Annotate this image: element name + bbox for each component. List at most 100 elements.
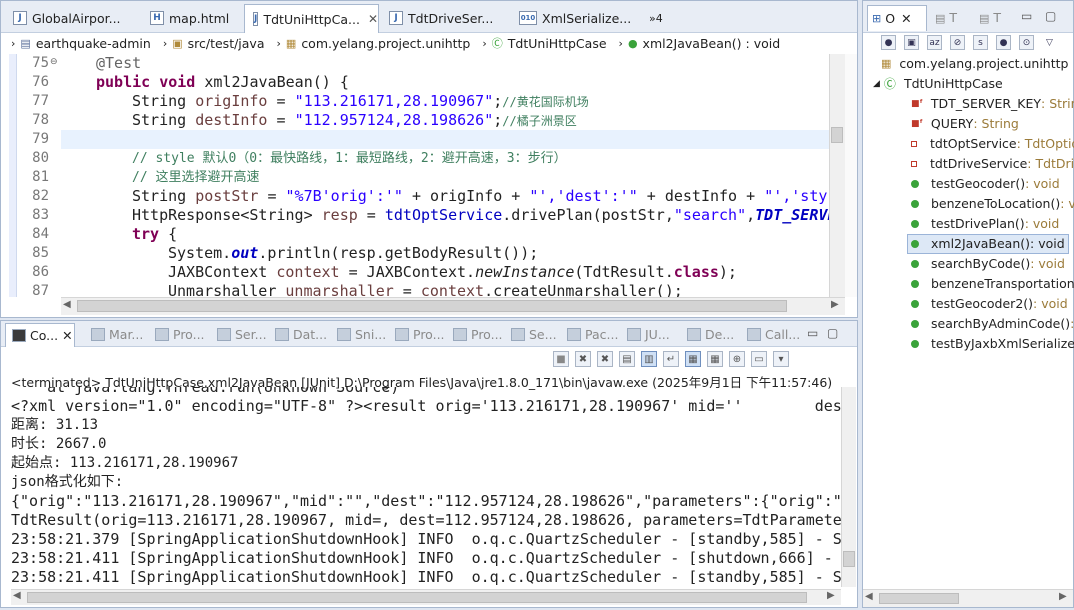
remove-all-terminated-icon[interactable]: ✖ [597, 351, 613, 367]
chevron-down-icon[interactable]: ◢ [873, 74, 880, 94]
outline-member[interactable]: tdtOptService : TdtOptio [911, 134, 1074, 154]
outline-member[interactable]: ■ᶠ QUERY : String [911, 114, 1019, 134]
remove-launch-icon[interactable]: ✖ [575, 351, 591, 367]
console-line: json格式化如下: [11, 474, 124, 490]
console-line: 起始点: 113.216171,28.190967 [11, 455, 239, 471]
outline-member[interactable]: ■ᶠ TDT_SERVER_KEY : Strin [911, 94, 1074, 114]
minimize-icon[interactable]: ▭ [1021, 9, 1032, 23]
public-method-icon [911, 220, 919, 228]
hide-fields-icon[interactable]: ⊘ [950, 35, 965, 50]
outline-member-selected[interactable]: xml2JavaBean() : void [907, 234, 1069, 254]
code-line-83: HttpResponse<String> resp = tdtOptServic… [132, 206, 829, 225]
code-text: = [393, 282, 421, 297]
sort-icon[interactable]: az [927, 35, 942, 50]
outline-horizontal-scrollbar[interactable]: ◀ ▶ [863, 589, 1073, 607]
console-vertical-scrollbar[interactable] [841, 387, 856, 587]
tab-markers[interactable]: Mar... [85, 323, 143, 346]
editor-tab-map-html[interactable]: Hmap.html [142, 4, 242, 32]
scroll-left-icon[interactable]: ◀ [865, 591, 873, 602]
outline-member[interactable]: testByJaxbXmlSerializeC [911, 334, 1074, 354]
editor-tab-tdtunihttpcase[interactable]: J TdtUniHttpCa... ✕ [244, 4, 379, 33]
breadcrumb-project[interactable]: › ▤ earthquake-admin [11, 36, 151, 51]
scroll-left-icon[interactable]: ◀ [63, 299, 71, 310]
hide-local-types-icon[interactable]: ⊙ [1019, 35, 1034, 50]
editor-tab-tdtdriveservice[interactable]: J TdtDriveSer... [381, 4, 507, 32]
pin-console-icon[interactable]: ⊕ [729, 351, 745, 367]
class-icon: Ⓒ [491, 37, 503, 50]
scroll-right-icon[interactable]: ▶ [827, 590, 835, 601]
outline-member[interactable]: testGeocoder() : void [911, 174, 1060, 194]
scroll-right-icon[interactable]: ▶ [1059, 591, 1067, 602]
scroll-lock-icon[interactable]: ▥ [641, 351, 657, 367]
code-text: JAXBContext [168, 263, 277, 281]
focus-active-task-icon[interactable]: ● [881, 35, 896, 50]
outline-member[interactable]: searchByAdminCode() : [911, 314, 1074, 334]
outline-member[interactable]: tdtDriveService : TdtDriv [911, 154, 1074, 174]
breadcrumb-package[interactable]: › ▦ com.yelang.project.unihttp [277, 36, 471, 51]
tab-search[interactable]: Se... [505, 323, 557, 346]
terminate-icon[interactable]: ■ [553, 351, 569, 367]
console-horizontal-scrollbar[interactable]: ◀ ▶ [11, 589, 841, 605]
tab-task-list[interactable]: ▤ T [935, 10, 957, 25]
editor-horizontal-scrollbar[interactable]: ◀ ▶ [61, 297, 845, 315]
display-console-icon[interactable]: ▭ [751, 351, 767, 367]
fold-collapse-icon[interactable]: ⊖ [50, 57, 58, 67]
tab-servers[interactable]: Ser... [211, 323, 267, 346]
scrollbar-thumb[interactable] [27, 592, 807, 603]
code-line-77: String origInfo = "113.216171,28.190967"… [132, 92, 589, 111]
outline-member[interactable]: searchByCode() : void [911, 254, 1065, 274]
editor-vertical-scrollbar[interactable] [829, 54, 845, 297]
collapse-all-icon[interactable]: ▣ [904, 35, 919, 50]
close-tab-icon[interactable]: ✕ [368, 12, 378, 26]
outline-member[interactable]: testDrivePlan() : void [911, 214, 1059, 234]
editor-tab-xmlserialize[interactable]: 010 XmlSerialize... [511, 4, 641, 32]
breadcrumb-method[interactable]: › ● xml2JavaBean() : void [619, 36, 781, 51]
code-text: = [357, 206, 385, 224]
outline-class[interactable]: ◢ Ⓒ TdtUniHttpCase [873, 74, 1003, 94]
comment: // 这里选择避开高速 [132, 170, 260, 185]
tab-snippets[interactable]: Sni... [331, 323, 386, 346]
tab-overflow-button[interactable]: »4 [641, 4, 675, 32]
show-on-output-icon[interactable]: ▦ [685, 351, 701, 367]
outline-member[interactable]: benzeneTransportation [911, 274, 1074, 294]
tab-outline[interactable]: ⊞ O ✕ [867, 5, 927, 31]
hide-static-icon[interactable]: s [973, 35, 988, 50]
tab-package-explorer[interactable]: Pac... [561, 323, 618, 346]
hide-non-public-icon[interactable]: ● [996, 35, 1011, 50]
outline-member[interactable]: testGeocoder2() : void [911, 294, 1068, 314]
word-wrap-icon[interactable]: ↵ [663, 351, 679, 367]
outline-member[interactable]: benzeneToLocation() : v [911, 194, 1074, 214]
tab-console[interactable]: Co... ✕ [5, 323, 75, 347]
minimize-icon[interactable]: ▭ [807, 326, 818, 340]
tab-call-hierarchy[interactable]: Call... [741, 323, 800, 346]
tab-debug[interactable]: De... [681, 323, 734, 346]
java-file-icon: J [13, 11, 27, 25]
clear-console-icon[interactable]: ▤ [619, 351, 635, 367]
scrollbar-thumb[interactable] [77, 300, 787, 312]
properties-icon [453, 328, 467, 341]
maximize-icon[interactable]: ▢ [827, 326, 838, 340]
tab-properties[interactable]: Pro... [447, 323, 503, 346]
scrollbar-thumb[interactable] [843, 551, 855, 567]
scroll-left-icon[interactable]: ◀ [13, 590, 21, 601]
view-menu-icon[interactable]: ▽ [1042, 35, 1057, 50]
tab-problems[interactable]: Pro... [149, 323, 205, 346]
maximize-icon[interactable]: ▢ [1045, 9, 1056, 23]
close-tab-icon[interactable]: ✕ [901, 11, 911, 26]
code-area[interactable]: @Test public void xml2JavaBean() { Strin… [61, 54, 829, 297]
scrollbar-thumb[interactable] [831, 127, 843, 143]
close-tab-icon[interactable]: ✕ [62, 328, 72, 343]
breadcrumb-class[interactable]: › Ⓒ TdtUniHttpCase [482, 35, 606, 51]
console-output[interactable]: at java.lang.Thread.run(Unknown Source) … [11, 387, 841, 587]
scrollbar-thumb[interactable] [879, 593, 959, 604]
open-console-icon[interactable]: ▾ [773, 351, 789, 367]
tab-progress[interactable]: Pro... [389, 323, 445, 346]
outline-package[interactable]: ▦ com.yelang.project.unihttp [881, 54, 1068, 74]
breadcrumb-source-folder[interactable]: › ▣ src/test/java [163, 36, 265, 51]
show-on-error-icon[interactable]: ▦ [707, 351, 723, 367]
tab-type-hierarchy[interactable]: ▤ T [979, 10, 1001, 25]
editor-tab-globalairport[interactable]: J GlobalAirpor... [5, 4, 141, 32]
tab-junit[interactable]: JU... [621, 323, 670, 346]
scroll-right-icon[interactable]: ▶ [831, 299, 839, 310]
tab-data-source[interactable]: Dat... [269, 323, 327, 346]
